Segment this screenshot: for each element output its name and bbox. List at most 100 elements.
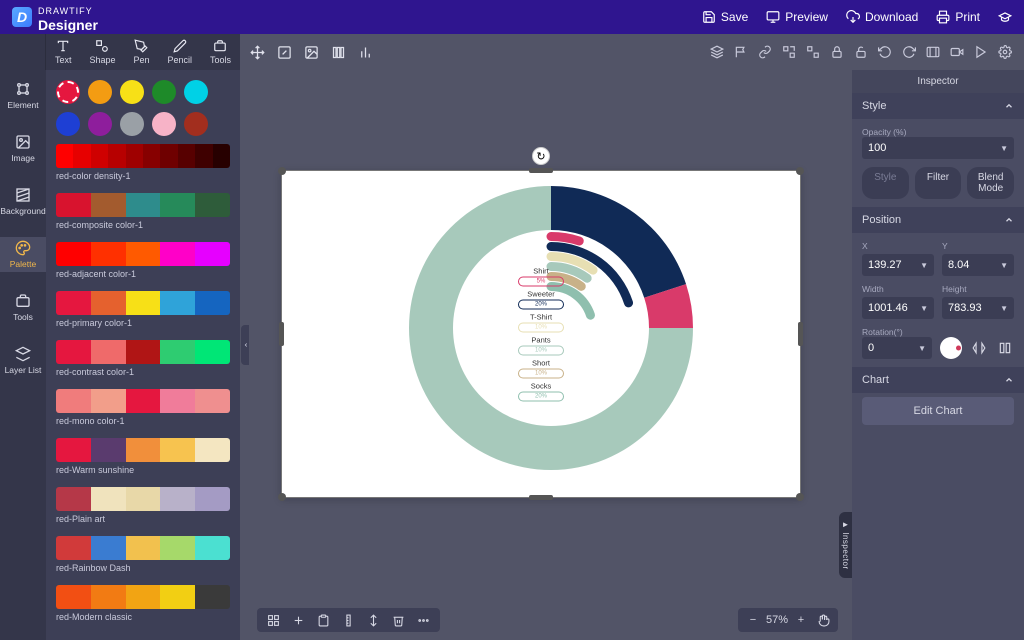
lock-icon[interactable] (830, 45, 844, 59)
columns-icon[interactable] (331, 45, 346, 60)
preview-button[interactable]: Preview (766, 10, 828, 24)
trash-icon[interactable] (392, 614, 405, 627)
download-button[interactable]: Download (846, 10, 918, 24)
panel-splitter[interactable] (240, 70, 249, 640)
zoom-out-button[interactable]: − (744, 611, 762, 629)
blend-button[interactable]: Blend Mode (967, 167, 1014, 199)
film-icon[interactable] (926, 45, 940, 59)
canvas-area[interactable]: Shirt5%Sweeter20%T-Shirt10%Pants10%Short… (249, 70, 852, 640)
palette-strip[interactable] (56, 340, 230, 364)
color-swatch[interactable] (120, 80, 144, 104)
video-icon[interactable] (950, 45, 964, 59)
hand-icon (817, 614, 830, 627)
opacity-dropdown[interactable]: 100▼ (862, 137, 1014, 159)
style-button[interactable]: Style (862, 167, 909, 199)
height-field[interactable]: 783.93▼ (942, 297, 1014, 319)
graduation-button[interactable] (998, 10, 1012, 24)
zoom-in-button[interactable]: + (792, 611, 810, 629)
rail-image[interactable]: Image (0, 131, 46, 166)
rail-layerlist[interactable]: Layer List (0, 343, 46, 378)
color-swatch[interactable] (184, 80, 208, 104)
palette-strip[interactable] (56, 585, 230, 609)
palette-strip[interactable] (56, 389, 230, 413)
toolbox-icon (213, 39, 227, 53)
printer-icon (936, 10, 950, 24)
ruler-h-icon[interactable] (367, 614, 380, 627)
add-page-icon[interactable] (292, 614, 305, 627)
link-icon[interactable] (758, 45, 772, 59)
play-icon[interactable] (974, 45, 988, 59)
swatch-row-1 (56, 80, 230, 104)
group-icon[interactable] (782, 45, 796, 59)
tab-tools[interactable]: Tools (210, 39, 231, 65)
color-swatch[interactable] (152, 112, 176, 136)
tab-pencil[interactable]: Pencil (167, 39, 192, 65)
rail-background[interactable]: Background (0, 184, 46, 219)
section-chart-header[interactable]: Chart (852, 367, 1024, 393)
clipboard-icon[interactable] (317, 614, 330, 627)
palette-strip[interactable] (56, 144, 230, 168)
palette-strip[interactable] (56, 193, 230, 217)
ungroup-icon[interactable] (806, 45, 820, 59)
grid-icon[interactable] (267, 614, 280, 627)
rotation-wheel[interactable] (940, 337, 962, 359)
flag-icon[interactable] (734, 45, 748, 59)
rail-palette[interactable]: Palette (0, 237, 46, 272)
undo-icon[interactable] (878, 45, 892, 59)
print-button[interactable]: Print (936, 10, 980, 24)
color-swatch[interactable] (88, 112, 112, 136)
edit-chart-button[interactable]: Edit Chart (862, 397, 1014, 425)
tab-text[interactable]: Text (55, 39, 72, 65)
layers-icon[interactable] (710, 45, 724, 59)
legend-item: T-Shirt10% (518, 313, 564, 333)
rotation-label: Rotation(°) (862, 327, 1014, 337)
flip-v-button[interactable] (996, 339, 1014, 357)
palette-strip[interactable] (56, 291, 230, 315)
rail-tools[interactable]: Tools (0, 290, 46, 325)
color-swatch[interactable] (56, 80, 80, 104)
section-position-header[interactable]: Position (852, 207, 1024, 233)
palette-strip[interactable] (56, 438, 230, 462)
color-swatch[interactable] (152, 80, 176, 104)
image-icon[interactable] (304, 45, 319, 60)
tab-shape[interactable]: Shape (89, 39, 115, 65)
x-field[interactable]: 139.27▼ (862, 254, 934, 276)
rotation-field[interactable]: 0▼ (862, 337, 932, 359)
app-logo[interactable]: D DRAWTIFYDesigner (12, 1, 98, 33)
color-swatch[interactable] (88, 80, 112, 104)
tab-pen[interactable]: Pen (133, 39, 149, 65)
color-swatch[interactable] (120, 112, 144, 136)
edit-box-icon[interactable] (277, 45, 292, 60)
section-style-header[interactable]: Style (852, 93, 1024, 119)
redo-icon[interactable] (902, 45, 916, 59)
cloud-download-icon (846, 10, 860, 24)
height-label: Height (942, 284, 1014, 294)
zoom-value[interactable]: 57% (766, 614, 788, 626)
palette-strip[interactable] (56, 242, 230, 266)
save-button[interactable]: Save (702, 10, 748, 24)
move-icon[interactable] (250, 45, 265, 60)
y-field[interactable]: 8.04▼ (942, 254, 1014, 276)
color-swatch[interactable] (184, 112, 208, 136)
chart-legend: Shirt5%Sweeter20%T-Shirt10%Pants10%Short… (496, 267, 586, 402)
more-icon[interactable] (417, 614, 430, 627)
bar-chart-icon[interactable] (358, 45, 373, 60)
width-field[interactable]: 1001.46▼ (862, 297, 934, 319)
tool-tabs: Text Shape Pen Pencil Tools (46, 34, 240, 70)
palette-strip[interactable] (56, 536, 230, 560)
unlock-icon[interactable] (854, 45, 868, 59)
flip-h-button[interactable] (970, 339, 988, 357)
rail-element[interactable]: Element (0, 78, 46, 113)
pan-button[interactable] (814, 611, 832, 629)
graduation-icon (998, 10, 1012, 24)
top-actions: Save Preview Download Print (702, 10, 1012, 24)
settings-icon[interactable] (998, 45, 1012, 59)
artboard[interactable]: Shirt5%Sweeter20%T-Shirt10%Pants10%Short… (281, 170, 801, 498)
palette-icon (15, 240, 31, 256)
palette-strip[interactable] (56, 487, 230, 511)
ruler-v-icon[interactable] (342, 614, 355, 627)
inspector-collapse-tab[interactable]: ► Inspector (839, 512, 852, 578)
color-swatch[interactable] (56, 112, 80, 136)
rotate-handle[interactable]: ↻ (532, 147, 550, 165)
filter-button[interactable]: Filter (915, 167, 962, 199)
